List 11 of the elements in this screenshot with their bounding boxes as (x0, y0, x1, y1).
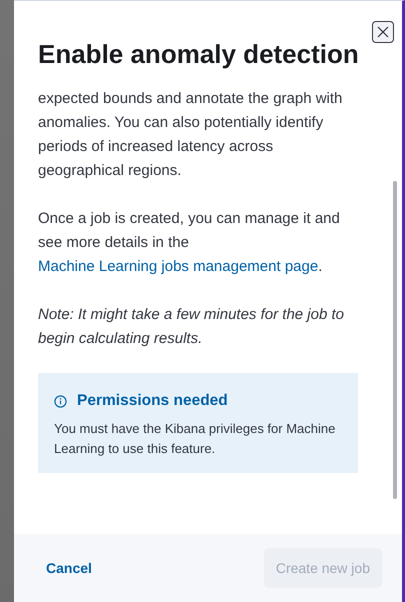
callout-text: You must have the Kibana privileges for Machine Learning to use this feature. (54, 420, 336, 458)
cancel-button[interactable]: Cancel (38, 556, 100, 580)
flyout-title: Enable anomaly detection (38, 39, 360, 69)
info-icon (54, 394, 67, 408)
body-text: Once a job is created, you can manage it and see more details in the Machine Learning jobs management page. (38, 209, 341, 277)
scrollbar[interactable] (393, 181, 397, 499)
callout-title: Permissions needed (77, 391, 228, 411)
note-text: Note: It might take a few minutes for the job to begin calculating results. (38, 305, 345, 349)
close-icon[interactable] (372, 21, 394, 43)
management-link[interactable]: Machine Learning jobs management page (38, 258, 318, 275)
body-text: expected bounds and annotate the graph with anomalies. You can also potentially identify periods of increased latency across geographical regions. (38, 89, 344, 181)
